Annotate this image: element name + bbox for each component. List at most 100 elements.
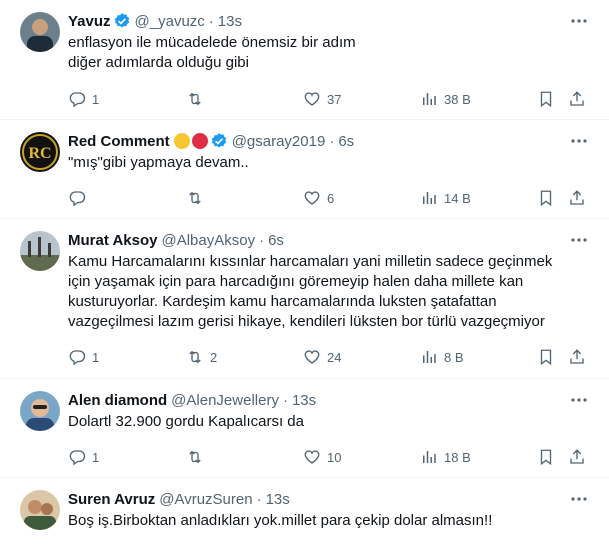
separator-dot: · [282, 391, 288, 409]
tweet-text: Kamu Harcamalarını kıssınlar harcamaları… [68, 253, 553, 330]
views-button[interactable]: 18 B [420, 447, 471, 467]
retweet-icon [189, 92, 201, 106]
reply-button[interactable]: 1 [68, 347, 99, 367]
share-button[interactable] [568, 89, 586, 109]
views-count: 38 B [444, 91, 471, 107]
verified-badge-icon [114, 13, 129, 28]
like-icon [304, 450, 320, 464]
reply-icon [69, 350, 86, 366]
reply-button[interactable]: 1 [68, 89, 99, 109]
separator-dot: · [208, 12, 214, 30]
avatar[interactable] [20, 231, 60, 271]
author-handle[interactable]: @AlbayAksoy [161, 232, 255, 249]
views-icon [423, 351, 436, 363]
author-name[interactable]: Yavuz [68, 13, 111, 30]
share-icon [570, 91, 584, 106]
timestamp[interactable]: 6s [338, 133, 354, 150]
tweet[interactable]: Alen diamond @AlenJewellery · 13s Dolart… [0, 379, 609, 478]
more-icon[interactable] [569, 491, 589, 507]
views-count: 8 B [444, 349, 464, 365]
more-icon[interactable] [569, 232, 589, 248]
like-icon [304, 191, 320, 205]
like-button[interactable]: 10 [303, 447, 341, 467]
views-button[interactable]: 8 B [420, 347, 464, 367]
tweet-header: Murat Aksoy @AlbayAksoy · 6s [68, 230, 284, 250]
retweet-button[interactable]: 2 [186, 347, 217, 367]
reply-button[interactable]: 1 [68, 447, 99, 467]
views-icon [423, 451, 436, 463]
reply-count: 1 [92, 449, 100, 465]
red-circle-icon [191, 133, 208, 149]
tweet-text: Boş iş.Birboktan anladıkları yok.millet … [68, 512, 493, 529]
bookmark-button[interactable] [537, 188, 555, 208]
reply-icon [69, 191, 86, 207]
author-name[interactable]: Red Comment [68, 133, 170, 150]
timestamp[interactable]: 13s [266, 491, 290, 508]
tweet-actions: 1 10 18 B [68, 447, 588, 467]
bookmark-icon [540, 449, 552, 466]
tweet[interactable]: RC Red Comment @gsaray2019 · 6s "mış"gib… [0, 120, 609, 219]
retweet-icon [189, 191, 201, 205]
retweet-button[interactable] [186, 447, 210, 467]
separator-dot: · [259, 231, 265, 249]
tweet-header: Red Comment @gsaray2019 · 6s [68, 131, 354, 151]
author-handle[interactable]: @AvruzSuren [159, 491, 252, 508]
author-name[interactable]: Murat Aksoy [68, 232, 157, 249]
views-button[interactable]: 38 B [420, 89, 471, 109]
avatar[interactable]: RC [20, 132, 60, 172]
views-count: 18 B [444, 449, 471, 465]
views-count: 14 B [444, 190, 471, 206]
like-icon [304, 92, 320, 106]
tweet-header: Yavuz @_yavuzc · 13s [68, 11, 242, 31]
reply-button[interactable] [68, 188, 92, 208]
more-icon[interactable] [569, 133, 589, 149]
views-button[interactable]: 14 B [420, 188, 471, 208]
retweet-icon [189, 450, 201, 464]
bookmark-button[interactable] [537, 447, 555, 467]
avatar[interactable] [20, 12, 60, 52]
avatar[interactable] [20, 490, 60, 530]
reply-icon [69, 92, 86, 108]
tweet-header: Alen diamond @AlenJewellery · 13s [68, 390, 316, 410]
timestamp[interactable]: 6s [268, 232, 284, 249]
author-name[interactable]: Suren Avruz [68, 491, 155, 508]
author-name[interactable]: Alen diamond [68, 392, 167, 409]
share-icon [570, 190, 584, 205]
bookmark-icon [540, 91, 552, 108]
retweet-button[interactable] [186, 188, 210, 208]
tweet[interactable]: Murat Aksoy @AlbayAksoy · 6s Kamu Harcam… [0, 219, 609, 379]
author-handle[interactable]: @AlenJewellery [171, 392, 279, 409]
bookmark-icon [540, 190, 552, 207]
bookmark-button[interactable] [537, 89, 555, 109]
tweet[interactable]: Yavuz @_yavuzc · 13s enflasyon ile mücad… [0, 0, 609, 120]
avatar[interactable] [20, 391, 60, 431]
more-icon[interactable] [569, 392, 589, 408]
like-count: 24 [327, 349, 342, 365]
bookmark-button[interactable] [537, 347, 555, 367]
views-icon [423, 93, 436, 105]
separator-dot: · [329, 132, 335, 150]
share-button[interactable] [568, 188, 586, 208]
bookmark-icon [540, 349, 552, 366]
share-button[interactable] [568, 447, 586, 467]
like-button[interactable]: 6 [303, 188, 334, 208]
reply-count: 1 [92, 349, 100, 365]
reply-count: 1 [92, 91, 100, 107]
more-icon[interactable] [569, 13, 589, 29]
retweet-icon [189, 350, 201, 364]
author-handle[interactable]: @_yavuzc [135, 13, 205, 30]
retweet-count: 2 [210, 349, 218, 365]
tweet-text: Dolartl 32.900 gordu Kapalıcarsı da [68, 413, 304, 430]
timestamp[interactable]: 13s [292, 392, 316, 409]
like-icon [304, 350, 320, 364]
tweet[interactable]: Suren Avruz @AvruzSuren · 13s Boş iş.Bir… [0, 478, 609, 544]
separator-dot: · [256, 490, 262, 508]
author-handle[interactable]: @gsaray2019 [232, 133, 326, 150]
share-icon [570, 349, 584, 364]
like-button[interactable]: 24 [303, 347, 341, 367]
timestamp[interactable]: 13s [218, 13, 242, 30]
like-button[interactable]: 37 [303, 89, 341, 109]
tweet-text: enflasyon ile mücadelede önemsiz bir adı… [68, 34, 356, 71]
retweet-button[interactable] [186, 89, 210, 109]
share-button[interactable] [568, 347, 586, 367]
